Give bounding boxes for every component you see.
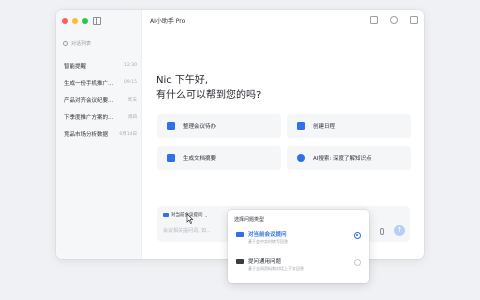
send-button[interactable]: [394, 225, 405, 236]
option-general-question[interactable]: 提问通用问题 基于全网资料和对话上下文回答: [234, 255, 364, 277]
radio-selected[interactable]: [354, 232, 361, 239]
history-item-time: 昨天: [128, 97, 137, 103]
sidebar-toggle-icon[interactable]: [93, 17, 101, 25]
more-icon[interactable]: [390, 16, 398, 24]
history-item[interactable]: 智能提醒 12:30: [56, 57, 142, 74]
card-meeting-todos[interactable]: 整理会议待办: [157, 114, 281, 138]
minimize-window-button[interactable]: [72, 18, 78, 24]
card-label: 创建日程: [313, 124, 336, 130]
history-item-label: 竞品市场分析数据: [64, 131, 109, 138]
history-item-label: 产品对齐会议纪要…: [64, 97, 114, 104]
card-ai-search[interactable]: AI搜索: 深度了解知识点: [287, 146, 411, 170]
history-header: 对话列表: [63, 40, 91, 47]
todo-icon: [167, 122, 175, 130]
ai-search-icon: [297, 154, 305, 162]
history-list: 智能提醒 12:30 生成一份手机推广… 09:15 产品对齐会议纪要… 昨天 …: [56, 57, 142, 142]
history-item[interactable]: 产品对齐会议纪要… 昨天: [56, 91, 142, 108]
history-item-time: 12:30: [124, 63, 137, 68]
calendar-icon: [297, 122, 305, 130]
history-item-time: 6月14日: [119, 131, 137, 137]
meeting-icon: [163, 213, 169, 217]
history-label: 对话列表: [71, 41, 92, 47]
card-create-schedule[interactable]: 创建日程: [287, 114, 411, 138]
meeting-icon: [236, 232, 244, 237]
radio-unselected[interactable]: [354, 259, 361, 266]
top-toolbar: [370, 16, 418, 24]
popup-title: 选择问题类型: [234, 217, 265, 223]
option-label: 对当前会议提问: [248, 232, 287, 238]
composer-input[interactable]: 会议相关提问词, 如...: [163, 227, 211, 234]
question-type-popup: 选择问题类型 对当前会议提问 基于会中实时转写回答 提问通用问题 基于全网资料和…: [228, 210, 369, 283]
card-label: 生成文档摘要: [183, 156, 217, 162]
history-item[interactable]: 下季度推广方案的… 周四: [56, 108, 142, 125]
history-item-time: 09:15: [124, 80, 137, 85]
close-window-button[interactable]: [62, 18, 68, 24]
maximize-window-button[interactable]: [82, 18, 88, 24]
microphone-icon[interactable]: [380, 228, 384, 235]
document-icon: [167, 154, 175, 162]
history-item[interactable]: 生成一份手机推广… 09:15: [56, 74, 142, 91]
greeting-line-2: 有什么可以帮到您的吗?: [156, 90, 262, 101]
option-desc: 基于会中实时转写回答: [248, 239, 288, 244]
history-item-label: 下季度推广方案的…: [64, 114, 114, 121]
history-item[interactable]: 竞品市场分析数据 6月14日: [56, 125, 142, 142]
history-item-label: 生成一份手机推广…: [64, 80, 114, 87]
option-desc: 基于全网资料和对话上下文回答: [248, 266, 304, 271]
option-label: 提问通用问题: [248, 259, 282, 265]
window-controls: [62, 18, 88, 24]
general-question-icon: [236, 259, 244, 264]
greeting: Nic 下午好, 有什么可以帮到您的吗?: [156, 73, 261, 103]
card-label: 整理会议待办: [183, 124, 217, 130]
chevron-down-icon: ⌄: [204, 212, 208, 218]
history-item-label: 智能提醒: [64, 63, 87, 70]
card-label: AI搜索: 深度了解知识点: [313, 156, 372, 162]
mouse-cursor-icon: [186, 214, 193, 224]
card-doc-summary[interactable]: 生成文档摘要: [157, 146, 281, 170]
panel-icon[interactable]: [410, 16, 418, 24]
app-title: AI小助手 Pro: [150, 18, 186, 25]
greeting-line-1: Nic 下午好,: [156, 75, 209, 86]
sidebar: 对话列表 智能提醒 12:30 生成一份手机推广… 09:15 产品对齐会议纪要…: [56, 10, 142, 259]
expand-icon[interactable]: [370, 16, 378, 24]
option-meeting-question[interactable]: 对当前会议提问 基于会中实时转写回答: [234, 228, 364, 250]
clock-icon: [63, 41, 68, 46]
history-item-time: 周四: [128, 114, 137, 120]
